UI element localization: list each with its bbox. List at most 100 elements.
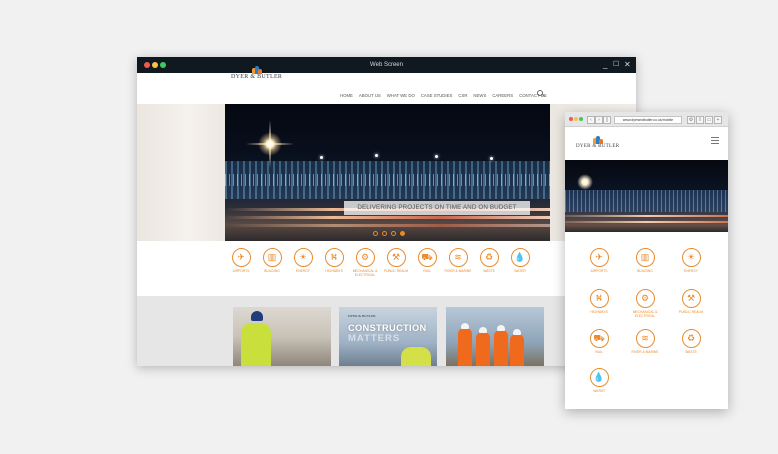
logo-mark-icon [251,66,262,74]
card-title-line-1: CONSTRUCTION [348,323,427,333]
main-nav: HOME ABOUT US WHAT WE DO CASE STUDIES CS… [340,93,547,98]
worker-helmet [461,323,469,329]
mobile-toolbar: ‹ › ▯ www.dyerandbutler.co.uk/mobile ⚙ ⇧… [565,112,728,127]
mobile-browser-window: ‹ › ▯ www.dyerandbutler.co.uk/mobile ⚙ ⇧… [565,112,728,409]
sector-water[interactable]: 💧 WATER [504,248,536,273]
featured-cards-band: DYER & BUTLER CONSTRUCTION MATTERS [137,296,636,366]
mobile-hero-image [565,160,728,232]
hero-lamp [375,154,378,157]
share-icon[interactable]: ⇧ [696,116,704,124]
highways-icon: ⛕ [324,248,344,267]
sector-label: HIGHWAYS [325,269,343,273]
site-logo[interactable]: DYER & BUTLER [231,66,282,80]
maximize-icon[interactable]: ☐ [613,59,619,71]
sector-airports[interactable]: ✈ AIRPORTS [225,248,257,273]
building-icon: ▥ [635,248,655,267]
river-marine-icon: ≋ [635,329,655,348]
construction-matters-card[interactable]: DYER & BUTLER CONSTRUCTION MATTERS [339,307,437,366]
hero-building-lights [225,174,550,186]
worker-photo-card[interactable] [233,307,331,366]
slider-dot[interactable] [382,231,387,236]
settings-icon[interactable]: ⚙ [687,116,695,124]
hero-slider[interactable]: DELIVERING PROJECTS ON TIME AND ON BUDGE… [225,104,550,241]
address-bar[interactable]: www.dyerandbutler.co.uk/mobile [614,116,682,124]
sector-highways[interactable]: ⛕ HIGHWAYS [318,248,350,273]
sector-mechanical-electrical[interactable]: ⚙ MECHANICAL & ELECTRICAL [349,248,381,277]
sector-label: RIVER & MARINE [631,350,659,354]
hamburger-menu-icon[interactable] [711,137,719,146]
hero-caption: DELIVERING PROJECTS ON TIME AND ON BUDGE… [344,201,530,215]
minimize-dot-icon[interactable] [574,117,578,121]
floodlight-starburst [258,132,282,156]
slider-dot[interactable] [391,231,396,236]
nav-item-case-studies[interactable]: CASE STUDIES [421,93,453,98]
sector-building[interactable]: ▥ BUILDING [625,248,665,273]
public-realm-icon: ⚒ [681,289,701,308]
sector-energy[interactable]: ☀ ENERGY [287,248,319,273]
highways-icon: ⛕ [589,289,609,308]
sector-water[interactable]: 💧 WATER [579,368,619,393]
tabs-icon[interactable]: ▭ [705,116,713,124]
nav-item-home[interactable]: HOME [340,93,353,98]
team-photo-card[interactable] [446,307,544,366]
sector-label: BUILDING [264,269,280,273]
sector-waste[interactable]: ♻ WASTE [671,329,711,354]
worker-helmet [497,325,505,331]
airport-icon: ✈ [589,248,609,267]
nav-item-about-us[interactable]: ABOUT US [359,93,381,98]
search-icon[interactable] [537,90,543,96]
worker-helmet [251,311,263,321]
card-title-line-2: MATTERS [348,333,401,344]
light-streak [225,224,550,227]
mobile-site-logo[interactable]: DYER & BUTLER [576,136,619,149]
nav-item-csr[interactable]: CSR [458,93,467,98]
desktop-browser-window: Web Screen _ ☐ ✕ DYER & BUTLER HOME ABOU… [137,57,636,366]
public-realm-icon: ⚒ [386,248,406,267]
sector-public-realm[interactable]: ⚒ PUBLIC REALM [671,289,711,314]
sector-energy[interactable]: ☀ ENERGY [671,248,711,273]
sector-airports[interactable]: ✈ AIRPORTS [579,248,619,273]
logo-text: DYER & BUTLER [231,74,283,80]
sector-rail[interactable]: ⛟ RAIL [579,329,619,354]
sidebar-icon[interactable]: ▯ [603,116,611,124]
sector-label: AIRPORTS [232,269,250,273]
sector-label: MECHANICAL & ELECTRICAL [352,269,378,277]
slider-dot-active[interactable] [400,231,405,236]
forward-icon[interactable]: › [595,116,603,124]
worker-figure [494,330,508,366]
nav-item-news[interactable]: NEWS [473,93,486,98]
logo-mark-icon [592,136,603,144]
sector-river-marine[interactable]: ≋ RIVER & MARINE [442,248,474,273]
slider-dot[interactable] [373,231,378,236]
sector-mechanical-electrical[interactable]: ⚙ MECHANICAL & ELECTRICAL [625,289,665,318]
worker-vest [241,323,271,366]
close-dot-icon[interactable] [569,117,573,121]
hero-lamp [435,155,438,158]
sector-label: RAIL [423,269,431,273]
sector-river-marine[interactable]: ≋ RIVER & MARINE [625,329,665,354]
sector-rail[interactable]: ⛟ RAIL [411,248,443,273]
hero-lamp [490,157,493,160]
rail-icon: ⛟ [417,248,437,267]
sector-label: MECHANICAL & ELECTRICAL [632,310,658,318]
worker-figure [476,332,490,366]
window-title-bar: Web Screen _ ☐ ✕ [137,57,636,73]
sector-building[interactable]: ▥ BUILDING [256,248,288,273]
sector-public-realm[interactable]: ⚒ PUBLIC REALM [380,248,412,273]
worker-helmet [479,327,487,333]
nav-item-careers[interactable]: CAREERS [492,93,513,98]
window-title: Web Screen [370,62,403,68]
worker-helmet [513,329,521,335]
back-icon[interactable]: ‹ [587,116,595,124]
sector-label: HIGHWAYS [590,310,608,314]
add-tab-icon[interactable]: + [714,116,722,124]
slider-dots [373,231,405,236]
sector-waste[interactable]: ♻ WASTE [473,248,505,273]
zoom-dot-icon[interactable] [579,117,583,121]
sector-highways[interactable]: ⛕ HIGHWAYS [579,289,619,314]
close-icon[interactable]: ✕ [624,59,631,71]
minimize-icon[interactable]: _ [603,59,607,71]
nav-item-what-we-do[interactable]: WHAT WE DO [387,93,415,98]
energy-icon: ☀ [681,248,701,267]
light-streak [225,216,550,219]
